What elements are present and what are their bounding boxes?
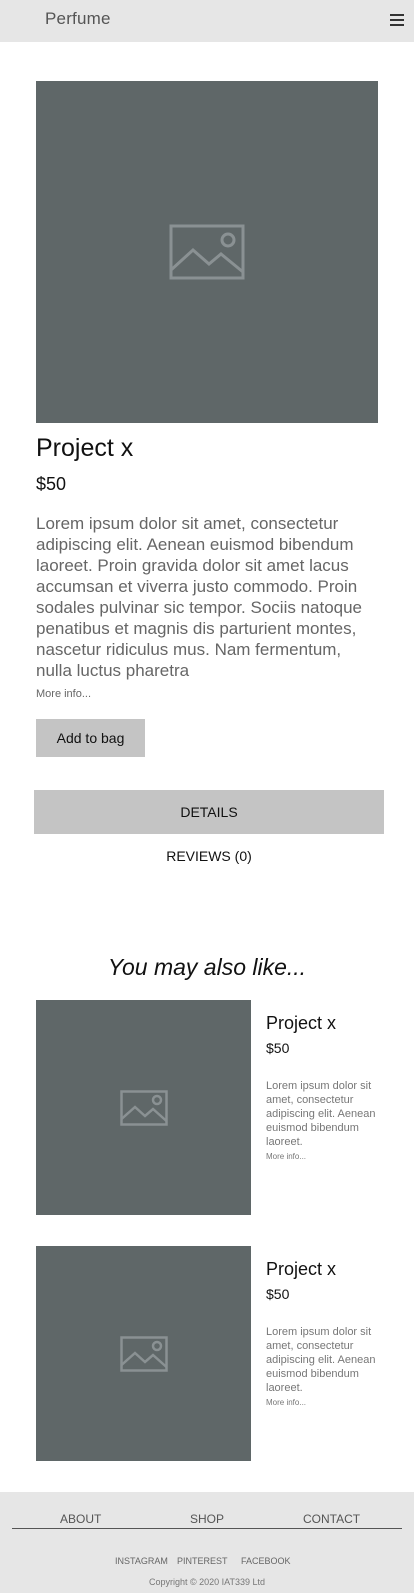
footer-link-shop[interactable]: SHOP [190,1512,224,1526]
more-info-link[interactable]: More info... [36,688,91,700]
copyright-text: Copyright © 2020 IAT339 Ltd [148,1577,266,1587]
product-title: Project x [36,434,134,462]
image-placeholder-icon [119,1335,168,1372]
hamburger-menu-icon[interactable] [388,12,406,28]
related-heading: You may also like... [107,954,307,980]
related-item-description: Lorem ipsum dolor sit amet, consectetur … [266,1080,376,1148]
top-header: Perfume [0,0,414,42]
tab-reviews[interactable]: REVIEWS (0) [34,834,384,878]
product-image [36,81,378,423]
related-item-more-info[interactable]: More info... [266,1152,306,1161]
image-placeholder-icon [169,224,245,280]
brand-title[interactable]: Perfume [45,9,111,29]
related-item-title[interactable]: Project x [266,1259,336,1280]
footer-link-contact[interactable]: CONTACT [303,1512,360,1526]
social-link-facebook[interactable]: FACEBOOK [241,1556,291,1566]
related-item-more-info[interactable]: More info... [266,1398,306,1407]
related-item-image[interactable] [36,1246,251,1461]
related-item-description: Lorem ipsum dolor sit amet, consectetur … [266,1326,376,1394]
related-item-price: $50 [266,1040,290,1056]
tab-details[interactable]: DETAILS [34,790,384,834]
related-item-title[interactable]: Project x [266,1013,336,1034]
related-item-price: $50 [266,1286,290,1302]
social-link-instagram[interactable]: INSTAGRAM [115,1556,168,1566]
image-placeholder-icon [119,1089,168,1126]
related-item-image[interactable] [36,1000,251,1215]
product-price: $50 [36,474,67,494]
footer-link-about[interactable]: ABOUT [60,1512,101,1526]
footer-divider [12,1528,402,1529]
social-link-pinterest[interactable]: PINTEREST [177,1556,228,1566]
site-footer: ABOUT SHOP CONTACT INSTAGRAM PINTEREST F… [0,1492,414,1593]
add-to-bag-button[interactable]: Add to bag [36,719,145,757]
product-description: Lorem ipsum dolor sit amet, consectetur … [36,514,363,680]
